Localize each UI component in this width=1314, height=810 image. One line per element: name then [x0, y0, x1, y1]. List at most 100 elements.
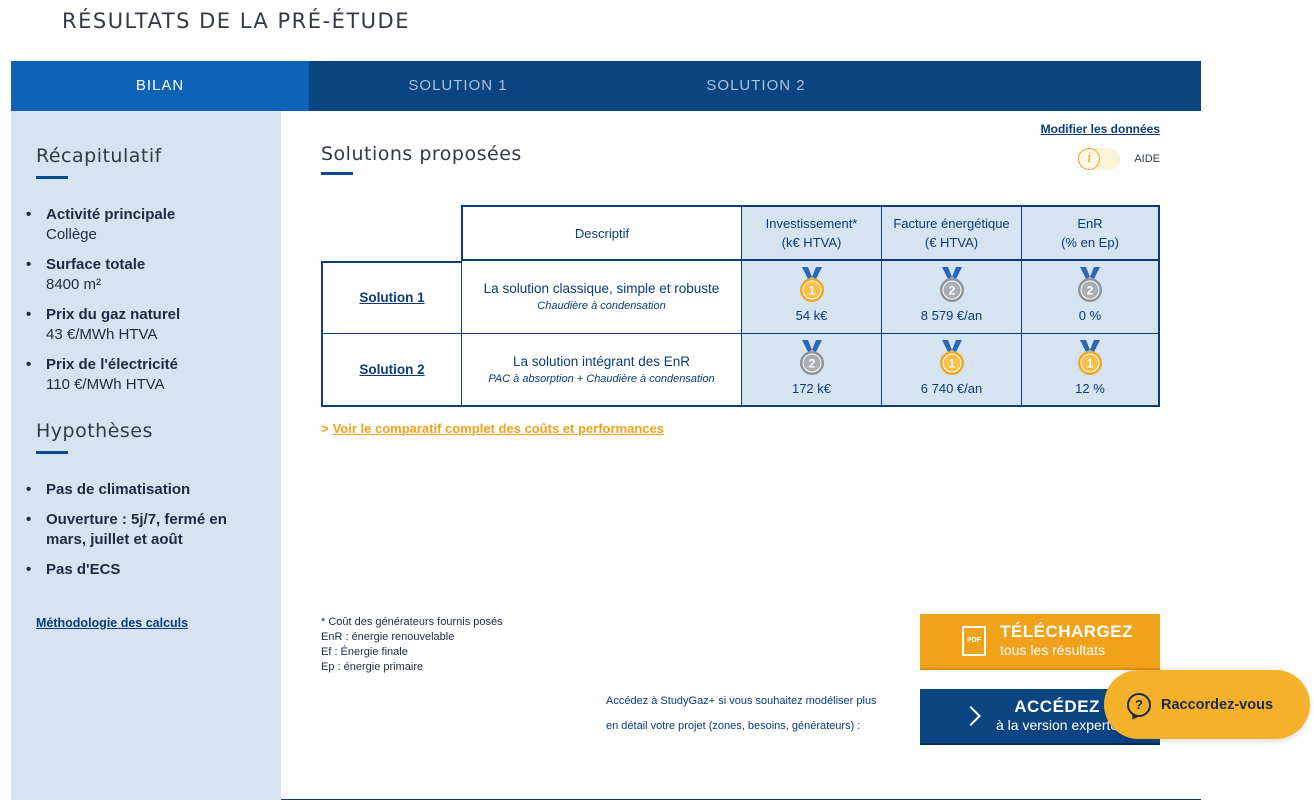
tab-solution-2[interactable]: SOLUTION 2 [607, 61, 905, 111]
solution-2-link[interactable]: Solution 2 [359, 362, 424, 377]
header-enr: EnR (% en Ep) [1021, 205, 1160, 261]
methodology-link[interactable]: Méthodologie des calculs [36, 616, 188, 630]
solutions-table: Descriptif Investissement* (k€ HTVA) Fac… [321, 205, 1160, 407]
enr-value: 12 % [1075, 381, 1105, 396]
expert-label-sub: à la version experte [996, 717, 1119, 733]
enr-cell: 2 0 % [1021, 261, 1160, 334]
hypothesis-text: Pas de climatisation [46, 481, 191, 498]
header-facture: Facture énergétique (€ HTVA) [881, 205, 1021, 261]
recap-item-surface: Surface totale 8400 m² [26, 255, 256, 295]
chevron-right-icon: > [321, 421, 329, 436]
facture-value: 6 740 €/an [920, 381, 983, 396]
recap-item-gas-price: Prix du gaz naturel 43 €/MWh HTVA [26, 305, 256, 345]
expert-intro-line: Accédez à StudyGaz+ si vous souhaitez mo… [606, 695, 877, 707]
enr-cell: 1 12 % [1021, 334, 1160, 407]
heading-underline [321, 172, 353, 175]
download-label-main: TÉLÉCHARGEZ [1000, 622, 1133, 641]
expert-intro: Accédez à StudyGaz+ si vous souhaitez mo… [606, 689, 906, 739]
header-investissement: Investissement* (k€ HTVA) [741, 205, 881, 261]
footnote: Ep : énergie primaire [321, 661, 424, 673]
recap-key: Prix du gaz naturel [46, 306, 181, 323]
tab-solution-1[interactable]: SOLUTION 1 [309, 61, 607, 111]
recap-item-activity: Activité principale Collège [26, 205, 256, 245]
aide-toggle[interactable]: i [1078, 148, 1121, 170]
svg-text:2: 2 [1087, 284, 1094, 298]
info-icon: i [1078, 148, 1101, 170]
gold-medal-icon: 1 [799, 267, 824, 302]
heading-underline [36, 451, 68, 454]
gold-medal-icon: 1 [1078, 340, 1102, 375]
hypothesis-text: Ouverture : 5j/7, fermé en mars, juillet… [46, 511, 227, 548]
recap-key: Prix de l'électricité [46, 356, 178, 373]
results-panel: BILAN SOLUTION 1 SOLUTION 2 Récapitulati… [11, 61, 1201, 800]
silver-medal-icon: 2 [1078, 267, 1102, 302]
table-row: Solution 1 La solution classique, simple… [321, 261, 1160, 334]
description-cell: La solution classique, simple et robuste… [461, 261, 741, 334]
gold-medal-icon: 1 [939, 340, 964, 375]
recap-key: Activité principale [46, 206, 176, 223]
silver-medal-icon: 2 [799, 340, 824, 375]
recap-value: 43 €/MWh HTVA [46, 326, 158, 343]
footnotes: * Coût des générateurs fournis posés EnR… [321, 615, 503, 675]
facture-cell: 1 6 740 €/an [881, 334, 1021, 407]
svg-text:1: 1 [1087, 357, 1094, 371]
recap-value: 110 €/MWh HTVA [46, 376, 165, 393]
invest-cell: 2 172 k€ [741, 334, 881, 407]
compare-link[interactable]: > Voir le comparatif complet des coûts et… [321, 421, 664, 436]
recap-list: Activité principale Collège Surface tota… [26, 205, 256, 395]
header-descriptif: Descriptif [461, 205, 741, 261]
description-title: La solution intégrant des EnR [512, 353, 691, 369]
chevron-right-icon [961, 706, 981, 726]
chat-label: Raccordez-vous [1161, 696, 1274, 713]
expert-label-main: ACCÉDEZ [1014, 697, 1100, 716]
solution-name-cell: Solution 2 [321, 334, 461, 407]
compare-link-label: Voir le comparatif complet des coûts et … [332, 421, 664, 436]
hypothesis-item: Ouverture : 5j/7, fermé en mars, juillet… [26, 510, 256, 550]
hypothesis-item: Pas de climatisation [26, 480, 256, 500]
aide-label: AIDE [1134, 153, 1160, 165]
table-corner [321, 205, 461, 261]
download-label-sub: tous les résultats [1000, 642, 1106, 658]
download-button[interactable]: PDF TÉLÉCHARGEZ tous les résultats [920, 614, 1160, 670]
solution-1-link[interactable]: Solution 1 [359, 290, 424, 305]
silver-medal-icon: 2 [939, 267, 964, 302]
modify-data-link[interactable]: Modifier les données [1041, 122, 1160, 136]
pdf-icon: PDF [962, 626, 986, 656]
hypotheses-heading: Hypothèses [36, 420, 153, 442]
footnote: EnR : énergie renouvelable [321, 631, 455, 643]
svg-text:2: 2 [948, 284, 955, 298]
invest-value: 54 k€ [795, 308, 828, 323]
question-bubble-icon: ? [1127, 692, 1151, 717]
sidebar: Récapitulatif Activité principale Collèg… [11, 111, 281, 800]
heading-underline [36, 176, 68, 179]
recap-key: Surface totale [46, 256, 146, 273]
main-content: Modifier les données i AIDE Solutions pr… [281, 111, 1201, 800]
invest-value: 172 k€ [791, 381, 832, 396]
tab-bar: BILAN SOLUTION 1 SOLUTION 2 [11, 61, 1201, 123]
hypothesis-text: Pas d'ECS [46, 561, 121, 578]
facture-value: 8 579 €/an [920, 308, 983, 323]
recap-item-electricity-price: Prix de l'électricité 110 €/MWh HTVA [26, 355, 256, 395]
description-subtitle: PAC à absorption + Chaudière à condensat… [488, 372, 715, 385]
description-cell: La solution intégrant des EnR PAC à abso… [461, 334, 741, 407]
footnote: Ef : Énergie finale [321, 646, 408, 658]
enr-value: 0 % [1078, 308, 1102, 323]
hypothesis-item: Pas d'ECS [26, 560, 256, 580]
expert-intro-line: en détail votre projet (zones, besoins, … [606, 720, 861, 732]
facture-cell: 2 8 579 €/an [881, 261, 1021, 334]
recap-value: 8400 m² [46, 276, 102, 293]
hypotheses-list: Pas de climatisation Ouverture : 5j/7, f… [26, 480, 256, 580]
solution-name-cell: Solution 1 [321, 261, 461, 334]
expert-label: ACCÉDEZ à la version experte [996, 697, 1118, 735]
aide-control: i AIDE [1078, 148, 1160, 170]
footnote: * Coût des générateurs fournis posés [321, 616, 503, 628]
page-title: RÉSULTATS DE LA PRÉ-ÉTUDE [62, 9, 410, 33]
svg-text:2: 2 [808, 357, 815, 371]
recap-heading: Récapitulatif [36, 145, 162, 167]
tab-bilan[interactable]: BILAN [11, 61, 309, 123]
svg-text:1: 1 [948, 357, 955, 371]
chat-button[interactable]: ? Raccordez-vous [1104, 670, 1310, 739]
solutions-heading: Solutions proposées [321, 143, 522, 165]
download-label: TÉLÉCHARGEZ tous les résultats [1000, 622, 1133, 660]
recap-value: Collège [46, 226, 97, 243]
